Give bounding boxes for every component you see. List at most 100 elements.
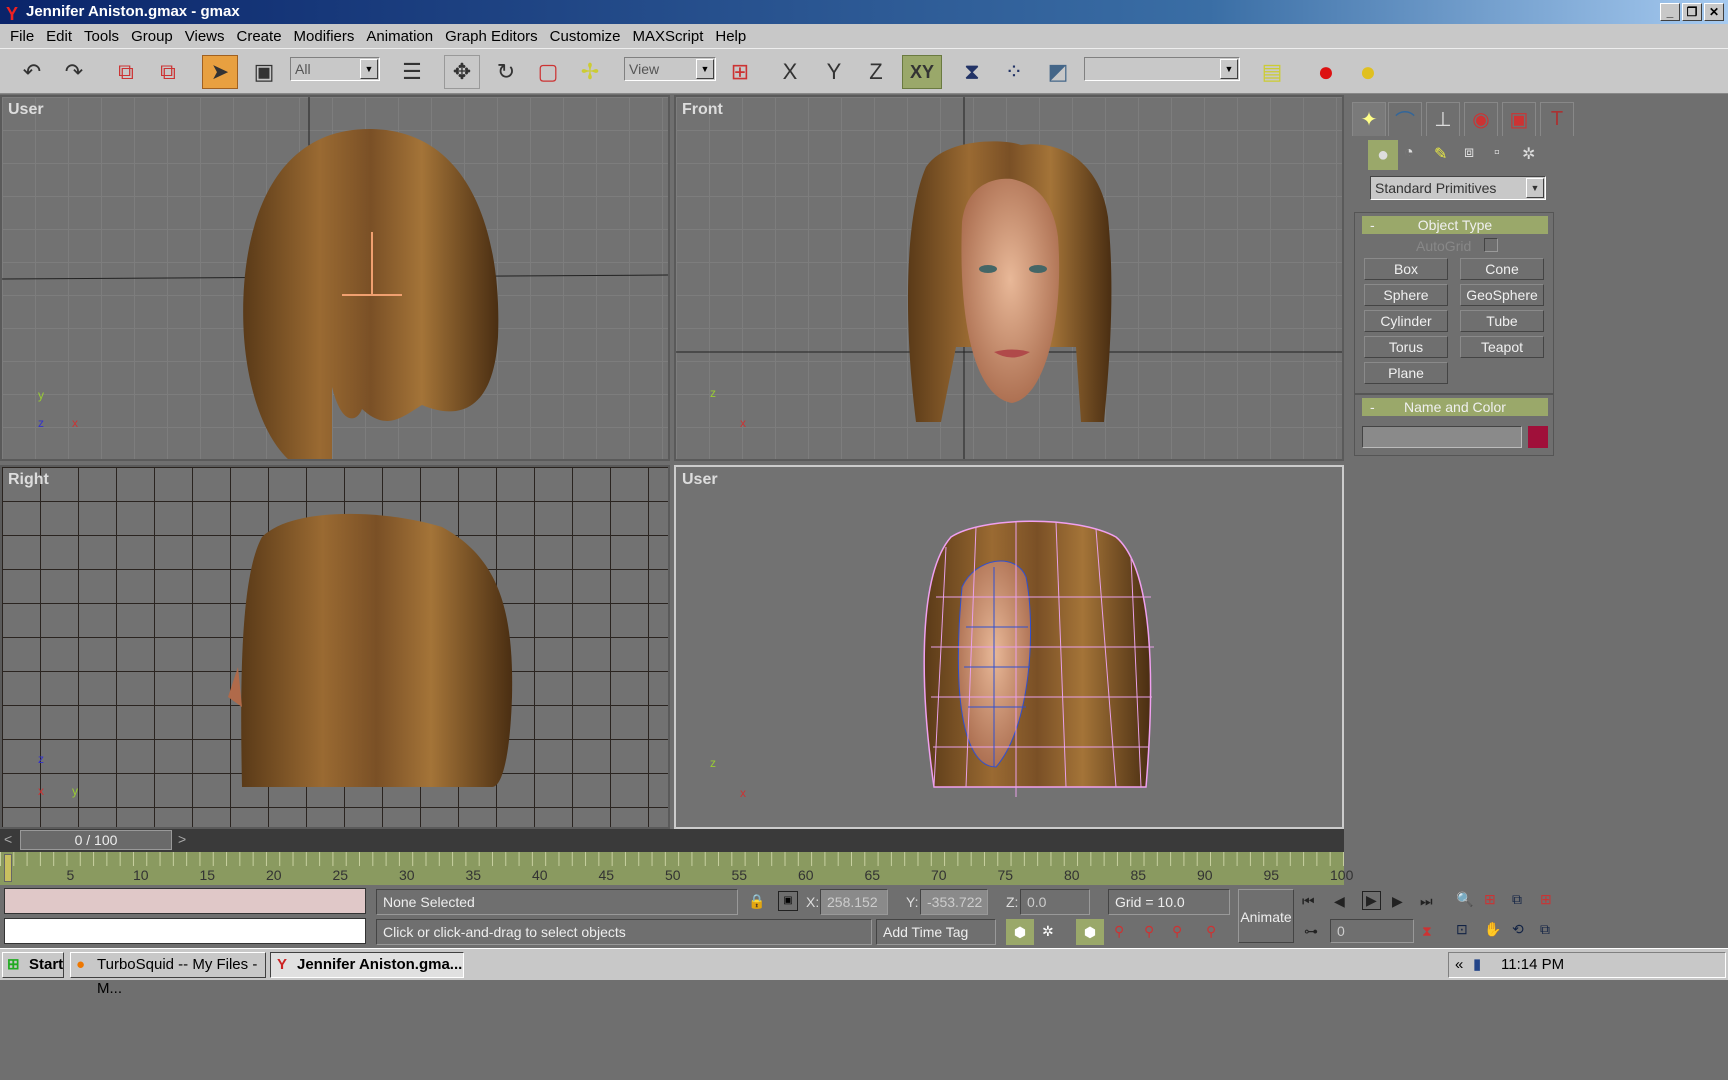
arc-rotate-icon[interactable]: ⟲ — [1512, 921, 1524, 938]
select-arrow-icon[interactable]: ➤ — [202, 55, 238, 89]
track-bar[interactable]: 5 10 15 20 25 30 35 40 45 50 55 60 65 70 75 80 85 90 95 100 — [0, 852, 1353, 885]
viewport-user-active[interactable]: zx User — [674, 465, 1344, 829]
z-coordinate-field[interactable]: 0.0 — [1020, 889, 1090, 915]
maxscript-input[interactable] — [4, 918, 366, 944]
menu-customize[interactable]: Customize — [544, 28, 627, 45]
render-icon[interactable]: ● — [1350, 55, 1386, 89]
restore-button[interactable]: ❐ — [1682, 3, 1702, 21]
axis-z-button[interactable]: Z — [858, 55, 894, 89]
material-editor-icon[interactable]: ● — [1308, 55, 1344, 89]
plane-button[interactable]: Plane — [1364, 362, 1448, 384]
viewport-label[interactable]: Front — [682, 101, 723, 119]
axis-x-button[interactable]: X — [772, 55, 808, 89]
taskbar-item-gmax[interactable]: Y Jennifer Aniston.gma... — [270, 952, 464, 978]
previous-frame-icon[interactable]: ◀ — [1334, 893, 1345, 910]
menu-graph-editors[interactable]: Graph Editors — [439, 28, 544, 45]
link-icon[interactable]: ⧉ — [108, 55, 144, 89]
select-by-name-icon[interactable]: ☰ — [394, 55, 430, 89]
viewport-label[interactable]: User — [682, 471, 718, 489]
object-color-swatch[interactable] — [1528, 426, 1548, 448]
cameras-icon[interactable]: ⧈ — [1464, 144, 1474, 162]
shapes-icon[interactable]: ◔ — [1404, 144, 1414, 162]
cylinder-button[interactable]: Cylinder — [1364, 310, 1448, 332]
align-icon[interactable]: ◩ — [1040, 55, 1076, 89]
viewport-user-top-left[interactable]: yz x User — [0, 95, 670, 461]
absolute-mode-icon[interactable]: ▣ — [778, 891, 798, 911]
helpers-icon[interactable]: ▫ — [1494, 144, 1500, 162]
geosphere-button[interactable]: GeoSphere — [1460, 284, 1544, 306]
menu-group[interactable]: Group — [125, 28, 179, 45]
menu-create[interactable]: Create — [231, 28, 288, 45]
undo-icon[interactable]: ↶ — [14, 55, 50, 89]
zoom-all-icon[interactable]: ⊞ — [1484, 891, 1496, 908]
next-frame-button[interactable]: > — [178, 831, 186, 847]
object-name-input[interactable] — [1362, 426, 1522, 448]
current-frame-field[interactable]: 0 — [1330, 919, 1414, 943]
snap-3d-icon[interactable]: ⚲ — [1114, 923, 1124, 940]
sphere-button[interactable]: Sphere — [1364, 284, 1448, 306]
rotate-icon[interactable]: ↻ — [488, 55, 524, 89]
pivot-icon[interactable]: ✢ — [572, 55, 608, 89]
menu-animation[interactable]: Animation — [360, 28, 439, 45]
scale-icon[interactable]: ▢ — [530, 55, 566, 89]
autogrid-checkbox[interactable] — [1484, 238, 1498, 252]
animate-button[interactable]: Animate — [1238, 889, 1294, 943]
start-button[interactable]: ⊞ Start — [2, 952, 64, 978]
zoom-icon[interactable]: 🔍 — [1456, 891, 1473, 908]
box-button[interactable]: Box — [1364, 258, 1448, 280]
viewport-label[interactable]: Right — [8, 471, 49, 489]
menu-edit[interactable]: Edit — [40, 28, 78, 45]
viewport-label[interactable]: User — [8, 101, 44, 119]
menu-modifiers[interactable]: Modifiers — [288, 28, 361, 45]
rectangle-selection-icon[interactable]: ▣ — [246, 55, 282, 89]
current-frame-marker[interactable] — [4, 854, 12, 882]
display-tab-icon[interactable]: ▣ — [1502, 102, 1536, 136]
named-selection-dropdown[interactable]: ▼ — [1084, 57, 1240, 81]
axis-y-button[interactable]: Y — [816, 55, 852, 89]
create-tab-icon[interactable]: ✦ — [1352, 102, 1386, 136]
lock-selection-icon[interactable]: 🔒 — [748, 893, 765, 910]
zoom-extents-all-icon[interactable]: ⊞ — [1540, 891, 1552, 908]
zoom-extents-icon[interactable]: ⧉ — [1512, 891, 1522, 908]
axis-xy-button[interactable]: XY — [902, 55, 942, 89]
key-mode-icon[interactable]: ⊶ — [1304, 923, 1318, 940]
add-time-tag-button[interactable]: Add Time Tag — [876, 919, 996, 945]
cone-button[interactable]: Cone — [1460, 258, 1544, 280]
percent-snap-icon[interactable]: ⚲ — [1172, 923, 1182, 940]
viewport-front[interactable]: zx Front — [674, 95, 1344, 461]
maxscript-listener-mini[interactable] — [4, 888, 366, 914]
selection-filter-dropdown[interactable]: All ▼ — [290, 57, 380, 81]
time-configuration-icon[interactable]: ⧗ — [1422, 923, 1432, 940]
hierarchy-tab-icon[interactable]: ⊥ — [1426, 102, 1460, 136]
layers-icon[interactable]: ▤ — [1254, 55, 1290, 89]
spinner-snap-icon[interactable]: ⚲ — [1206, 923, 1216, 940]
snap-toggle-icon[interactable]: ✲ — [1042, 923, 1054, 940]
menu-help[interactable]: Help — [709, 28, 752, 45]
region-zoom-icon[interactable]: ⊡ — [1456, 921, 1468, 938]
go-to-start-icon[interactable]: ⏮ — [1302, 893, 1315, 910]
crossing-selection-icon[interactable]: ⬢ — [1076, 919, 1104, 945]
redo-icon[interactable]: ↷ — [56, 55, 92, 89]
y-coordinate-field[interactable]: -353.722 — [920, 889, 988, 915]
motion-tab-icon[interactable]: ◉ — [1464, 102, 1498, 136]
modify-tab-icon[interactable]: ⌒ — [1388, 102, 1422, 136]
torus-button[interactable]: Torus — [1364, 336, 1448, 358]
name-color-header[interactable]: - Name and Color — [1362, 398, 1548, 416]
menu-file[interactable]: File — [4, 28, 40, 45]
time-slider[interactable]: < 0 / 100 > — [0, 829, 1344, 852]
reference-coordinate-dropdown[interactable]: View ▼ — [624, 57, 716, 81]
menu-views[interactable]: Views — [179, 28, 231, 45]
tray-expand-button[interactable]: « — [1455, 953, 1463, 977]
object-type-header[interactable]: - Object Type — [1362, 216, 1548, 234]
systems-icon[interactable]: ✲ — [1522, 144, 1535, 164]
taskbar-item-firefox[interactable]: ● TurboSquid -- My Files - M... — [70, 952, 266, 997]
play-icon[interactable]: ▶ — [1362, 891, 1381, 910]
pan-hand-icon[interactable]: ✋ — [1484, 921, 1501, 938]
mirror-icon[interactable]: ⧗ — [954, 55, 990, 89]
maximize-viewport-icon[interactable]: ⧉ — [1540, 921, 1550, 938]
angle-snap-icon[interactable]: ⚲ — [1144, 923, 1154, 940]
prev-frame-button[interactable]: < — [4, 831, 12, 847]
go-to-end-icon[interactable]: ⏭ — [1420, 893, 1433, 910]
tube-button[interactable]: Tube — [1460, 310, 1544, 332]
x-coordinate-field[interactable]: 258.152 — [820, 889, 888, 915]
